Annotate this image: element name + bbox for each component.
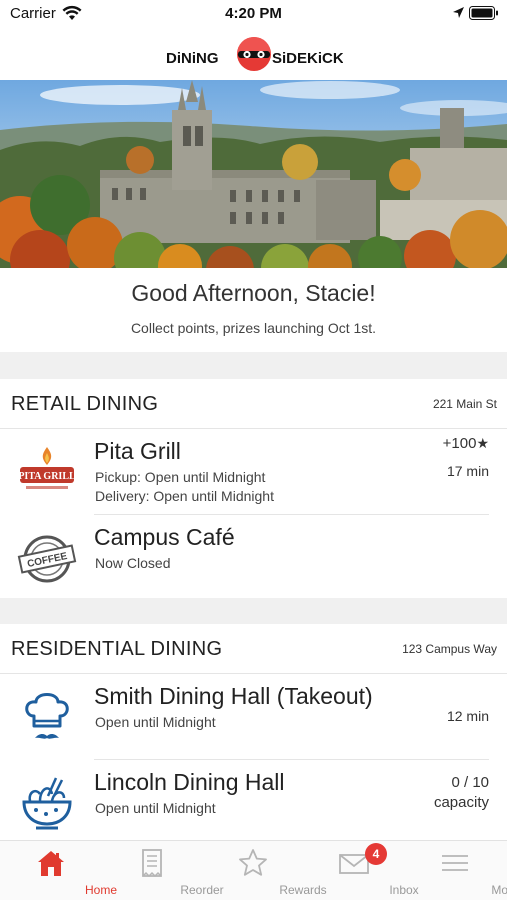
greeting-title: Good Afternoon, Stacie! [131,280,376,306]
salad-bowl-icon [16,774,78,832]
battery-icon [469,6,499,25]
location-arrow-icon [452,6,465,24]
clock: 4:20 PM [225,5,282,22]
star-icon: ★ [476,435,489,451]
dining-hall-row-smith[interactable]: Smith Dining Hall (Takeout) Open until M… [0,674,507,760]
retail-dining-section: RETAIL DINING 221 Main St PITA GRILL Pit… [0,379,507,598]
menu-icon [439,847,471,879]
points-value: +100 [442,435,477,452]
pickup-hours: Pickup: Open until Midnight [95,469,266,485]
star-icon [237,847,269,879]
tab-rewards[interactable]: Rewards [202,841,327,900]
restaurant-name: Pita Grill [94,438,181,464]
tab-label: More [491,883,507,897]
dining-hall-name: Smith Dining Hall (Takeout) [94,683,373,709]
dining-hall-row-lincoln[interactable]: Lincoln Dining Hall Open until Midnight … [0,760,507,846]
pita-grill-logo: PITA GRILL [16,443,78,501]
pita-grill-logo-text: PITA GRILL [18,471,76,482]
hours-text: Open until Midnight [95,714,216,730]
delivery-hours: Delivery: Open until Midnight [95,488,274,504]
inbox-unread-badge: 4 [365,843,387,865]
residential-dining-section: RESIDENTIAL DINING 123 Campus Way Smith … [0,624,507,840]
status-bar: Carrier 4:20 PM [0,0,507,28]
wait-time: 17 min [446,463,489,479]
coffee-stamp-logo: COFFEE [16,529,78,587]
tab-reorder[interactable]: Reorder [101,841,224,900]
dining-sidekick-logo: DiNiNG SiDEKiCK [166,37,343,71]
section-header: RESIDENTIAL DINING 123 Campus Way [0,624,507,674]
capacity-count: 0 / 10 [451,774,489,791]
dining-hall-name: Lincoln Dining Hall [94,769,285,795]
section-title: RETAIL DINING [11,393,159,415]
home-icon [35,847,67,879]
wait-time: 12 min [446,708,489,724]
restaurant-name: Campus Café [94,524,235,550]
tab-home[interactable]: Home [0,841,117,900]
greeting-card: Good Afternoon, Stacie! Collect points, … [0,268,507,352]
logo-text-left: DiNiNG [166,50,219,67]
campus-hero-image [0,80,507,268]
section-address: 221 Main St [432,397,497,411]
app-header: DiNiNG SiDEKiCK [0,28,507,80]
points-badge: +100★ [443,435,489,452]
section-header: RETAIL DINING 221 Main St [0,379,507,429]
capacity-label: capacity [433,794,489,811]
tab-inbox[interactable]: 4 Inbox [303,841,419,900]
restaurant-row-pita-grill[interactable]: PITA GRILL Pita Grill Pickup: Open until… [0,429,507,515]
greeting-subtitle: Collect points, prizes launching Oct 1st… [130,320,377,336]
tab-more[interactable]: More [404,841,507,900]
hours-text: Open until Midnight [95,800,216,816]
restaurant-row-campus-cafe[interactable]: COFFEE Campus Café Now Closed [0,515,507,601]
receipt-icon [136,847,168,879]
chef-hat-icon [16,688,78,746]
section-title: RESIDENTIAL DINING [11,638,223,660]
logo-text-right: SiDEKiCK [272,50,343,67]
status-text: Now Closed [95,555,171,571]
section-address: 123 Campus Way [402,642,497,656]
bottom-tab-bar: Home Reorder Rewards 4 Inbox Mo [0,840,507,900]
